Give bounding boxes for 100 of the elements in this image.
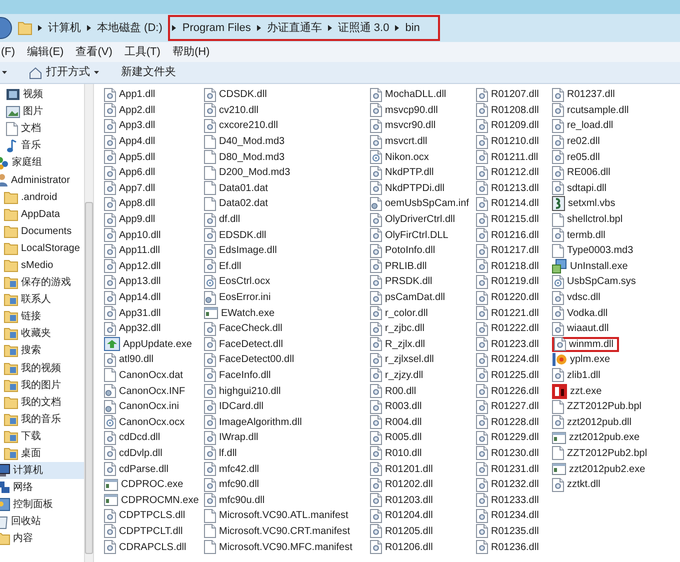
file-item[interactable]: R_zjlx.dll [370,336,426,352]
file-item[interactable]: re_load.dll [552,118,614,134]
file-item[interactable]: App11.dll [104,243,160,258]
file-item[interactable]: App7.dll [104,180,156,196]
file-item[interactable]: R01233.dll [476,492,539,508]
file-item[interactable]: EosError.ini [204,290,271,306]
sidebar-item[interactable]: 桌面 [0,444,84,462]
file-item[interactable]: R01231.dll [476,462,539,477]
file-item[interactable]: IWrap.dll [204,430,258,446]
file-item[interactable]: R01218.dll [476,258,539,274]
file-item[interactable]: NkdPTP.dll [370,165,434,180]
file-item[interactable]: R01202.dll [370,477,433,492]
file-item[interactable]: cxcore210.dll [204,118,278,134]
file-item[interactable]: Type0003.md3 [552,243,634,258]
sidebar-item[interactable]: 计算机 [0,462,84,480]
file-item[interactable]: R01205.dll [370,524,433,539]
sidebar-item[interactable]: 家庭组 [0,154,84,172]
file-item[interactable]: cv210.dll [204,102,258,118]
sidebar-item[interactable]: 我的视频 [0,360,84,377]
file-item[interactable]: mfc90.dll [204,477,260,492]
file-item[interactable]: App6.dll [104,165,156,180]
sidebar-item[interactable]: 文档 [0,120,84,138]
file-item[interactable]: df.dll [204,212,240,228]
file-item[interactable]: FaceDetect.dll [204,336,283,352]
sidebar-item[interactable]: 搜索 [0,342,84,360]
file-item[interactable]: R01224.dll [476,352,539,368]
file-item[interactable]: R01203.dll [370,492,433,508]
file-item[interactable]: mfc90u.dll [204,492,265,508]
file-item[interactable]: R004.dll [370,414,422,430]
file-item[interactable]: Microsoft.VC90.MFC.manifest [204,540,352,555]
file-item[interactable]: cdDcd.dll [104,430,160,446]
file-item[interactable]: FaceDetect00.dll [204,352,294,368]
file-item[interactable]: mfc42.dll [204,462,260,477]
sidebar-item[interactable]: 我的音乐 [0,410,84,428]
file-item[interactable]: R01222.dll [476,321,539,336]
caret-icon[interactable] [2,71,7,74]
file-item[interactable]: R01226.dll [476,384,539,399]
file-item[interactable]: App10.dll [104,228,161,243]
file-item[interactable]: D40_Mod.md3 [204,134,285,150]
file-item[interactable]: R01228.dll [476,414,539,430]
menu-item[interactable]: (F) [1,44,16,60]
file-item[interactable]: R005.dll [370,430,422,446]
file-item[interactable]: oemUsbSpCam.inf [370,196,469,212]
breadcrumb[interactable]: Program Files [182,20,251,36]
file-item[interactable]: re02.dll [552,134,600,150]
sidebar-item[interactable]: 内容 [0,530,84,548]
sidebar-item[interactable]: 联系人 [0,291,84,308]
file-item[interactable]: R01211.dll [476,150,538,165]
file-item[interactable]: zzt2012pub.dll [552,414,632,430]
menu-item[interactable]: 工具(T) [124,44,160,60]
file-item[interactable]: winmm.dll [552,336,620,352]
file-item[interactable]: R01216.dll [476,228,539,243]
file-item[interactable]: R01217.dll [476,243,539,258]
sidebar-item[interactable]: .android [0,188,84,206]
breadcrumb[interactable]: 本地磁盘 (D:) [97,20,162,36]
file-item[interactable]: App2.dll [104,102,156,118]
file-item[interactable]: CDPROCMN.exe [104,492,199,508]
file-item[interactable]: PotoInfo.dll [370,243,436,258]
file-item[interactable]: D80_Mod.md3 [204,150,285,165]
menu-item[interactable]: 编辑(E) [27,44,64,60]
file-item[interactable]: zzt2012pub2.exe [552,462,646,477]
file-item[interactable]: atl90.dll [104,352,154,368]
file-item[interactable]: shellctrol.bpl [552,212,623,228]
open-with-button[interactable]: 打开方式 [29,64,99,81]
file-item[interactable]: r_zjlxsel.dll [370,352,434,368]
file-item[interactable]: R01214.dll [476,196,539,212]
file-item[interactable]: App12.dll [104,258,161,274]
file-item[interactable]: lf.dll [204,446,237,461]
file-item[interactable]: CanonOcx.ocx [104,414,185,430]
file-item[interactable]: IDCard.dll [204,399,264,414]
file-item[interactable]: RE006.dll [552,165,610,180]
file-item[interactable]: App9.dll [104,212,156,228]
file-item[interactable]: CDPTPCLT.dll [104,524,183,539]
file-item[interactable]: R01220.dll [476,290,539,306]
file-item[interactable]: App14.dll [104,290,161,306]
file-item[interactable]: App13.dll [104,274,161,290]
file-item[interactable]: Data01.dat [204,180,268,196]
file-item[interactable]: vdsc.dll [552,290,600,306]
file-item[interactable]: msvcrt.dll [370,134,428,150]
file-item[interactable]: EosCtrl.ocx [204,274,270,290]
file-item[interactable]: R01225.dll [476,368,539,383]
file-item[interactable]: ZZT2012Pub.bpl [552,399,642,414]
file-item[interactable]: zzt2012pub.exe [552,430,640,446]
file-item[interactable]: R01208.dll [476,102,539,118]
file-item[interactable]: EDSDK.dll [204,228,266,243]
sidebar-item[interactable]: AppData [0,206,84,223]
file-item[interactable]: R010.dll [370,446,422,461]
sidebar-item[interactable]: Documents [0,222,84,240]
file-item[interactable]: zztkt.dll [552,477,600,492]
file-item[interactable]: App3.dll [104,118,156,134]
file-item[interactable]: EWatch.exe [204,306,275,321]
file-item[interactable]: R01201.dll [370,462,433,477]
file-item[interactable]: zzt.exe [552,384,602,399]
sidebar-item[interactable]: 网络 [0,479,84,496]
file-item[interactable]: R01213.dll [476,180,539,196]
file-item[interactable]: Microsoft.VC90.CRT.manifest [204,524,350,539]
file-item[interactable]: App32.dll [104,321,161,336]
file-item[interactable]: r_zjzy.dll [370,368,424,383]
file-item[interactable]: rcutsample.dll [552,102,629,118]
file-item[interactable]: CDPTPCLS.dll [104,508,186,524]
